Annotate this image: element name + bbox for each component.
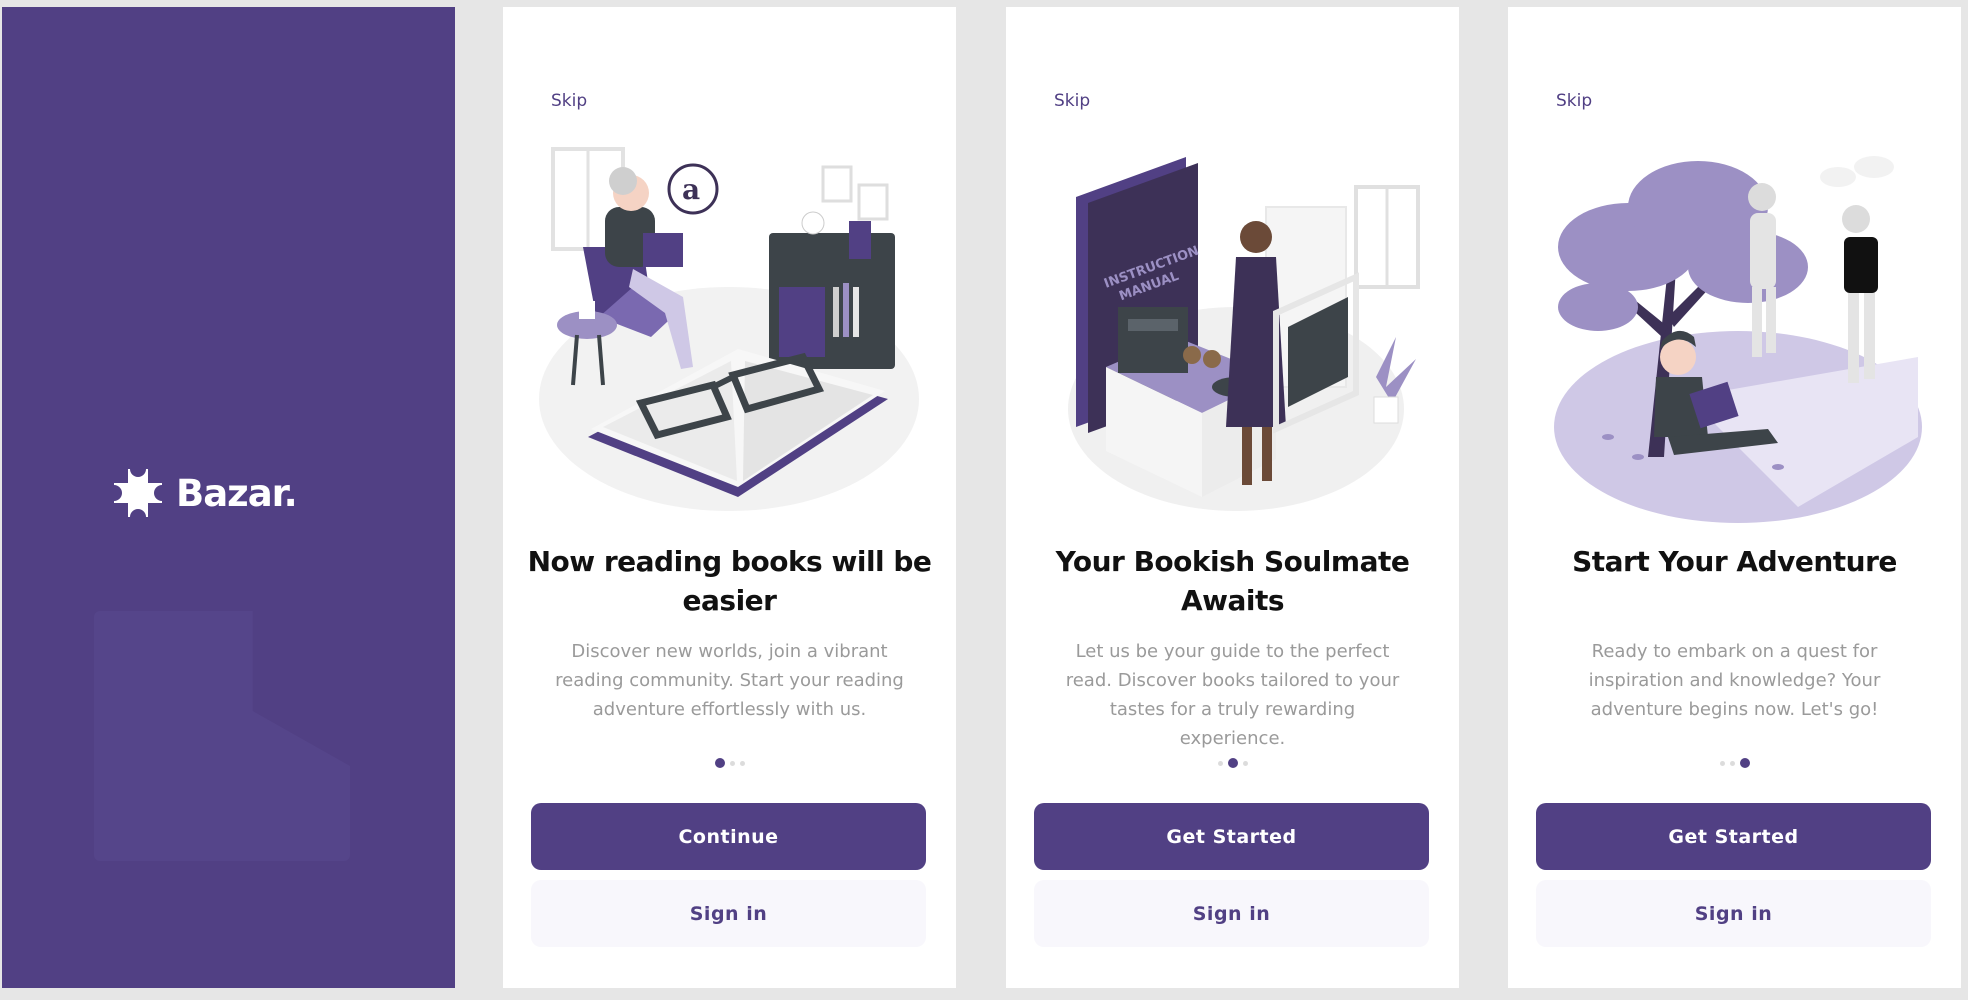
page-dot-1 [714,758,725,768]
onboarding-description: Discover new worlds, join a vibrant read… [555,641,904,720]
brand-mark-icon [114,469,162,517]
page-dot-2 [729,760,735,766]
sign-in-button[interactable]: Sign in [1536,880,1931,947]
page-dot-3 [1242,760,1248,766]
reading-illustration: a [539,147,919,511]
brand-logo: Bazar. [114,469,298,517]
sign-in-button[interactable]: Sign in [531,880,926,947]
page-dot-1 [1719,760,1725,766]
brand-name: Bazar. [176,471,298,515]
onboarding-description: Ready to embark on a quest for inspirati… [1588,641,1881,720]
onboarding-screen-1: Skip a Now reading books will be easier … [503,7,956,988]
onboarding-title: Now reading books will be easier [527,545,932,617]
skip-link[interactable]: Skip [1556,91,1592,111]
page-dot-1 [1217,760,1223,766]
get-started-button[interactable]: Get Started [1536,803,1931,870]
page-dot-2 [1729,760,1735,766]
page-indicator [1508,758,1961,768]
splash-screen: Bazar. [2,7,455,988]
page-indicator [503,758,956,768]
skip-link[interactable]: Skip [1054,91,1090,111]
get-started-button[interactable]: Get Started [1034,803,1429,870]
adventure-illustration [1554,156,1922,523]
page-dot-3 [1739,758,1750,768]
onboarding-title: Your Bookish Soulmate Awaits [1055,545,1410,617]
page-dot-2 [1227,758,1238,768]
onboarding-title: Start Your Adventure [1572,545,1897,578]
svg-text:a: a [682,173,700,206]
sign-in-button[interactable]: Sign in [1034,880,1429,947]
onboarding-description: Let us be your guide to the perfect read… [1065,641,1400,749]
kitchen-illustration: INSTRUCTION MANUAL [1068,157,1420,511]
page-dot-3 [739,760,745,766]
splash-decoration [94,611,350,861]
skip-link[interactable]: Skip [551,91,587,111]
continue-button[interactable]: Continue [531,803,926,870]
onboarding-screen-2: Skip INSTRUCTION MANUAL Your Bookish Sou… [1006,7,1459,988]
onboarding-screen-3: Skip Start Your Adventure Ready to embar… [1508,7,1961,988]
page-indicator [1006,758,1459,768]
